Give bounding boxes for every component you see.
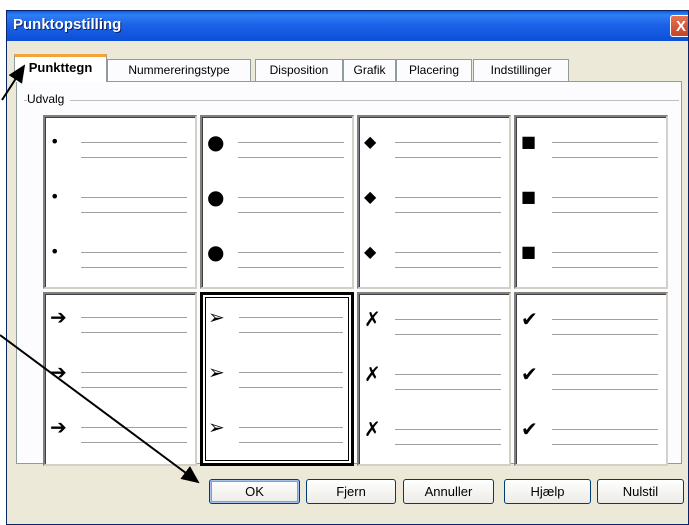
- preview-line: [81, 252, 187, 253]
- preview-line: [81, 197, 187, 198]
- preview-line: [81, 212, 187, 213]
- bullet-option-square[interactable]: ■ ■ ■: [514, 115, 668, 289]
- preview-line: [238, 197, 344, 198]
- preview-line: [81, 142, 187, 143]
- checkmark-icon: ✔: [521, 307, 538, 331]
- preview-line: [239, 372, 343, 373]
- preview-line: [81, 387, 187, 388]
- preview-line: [238, 142, 344, 143]
- bullets-dialog: Punktopstilling X Punkttegn Nummererings…: [6, 10, 689, 525]
- bullet-option-arrow[interactable]: ➔ ➔ ➔: [43, 292, 197, 466]
- preview-line: [552, 334, 658, 335]
- square-icon: ■: [521, 187, 537, 206]
- selection-group-label: Udvalg: [27, 92, 71, 106]
- cancel-button[interactable]: Annuller: [403, 479, 494, 504]
- preview-line: [81, 267, 187, 268]
- preview-line: [552, 267, 658, 268]
- preview-line: [395, 319, 501, 320]
- arrow-icon: ➔: [50, 305, 67, 329]
- cross-icon: ✗: [364, 417, 381, 441]
- preview-line: [395, 429, 501, 430]
- preview-line: [395, 142, 501, 143]
- preview-line: [81, 332, 187, 333]
- preview-line: [395, 267, 501, 268]
- preview-line: [81, 442, 187, 443]
- preview-line: [239, 442, 343, 443]
- preview-line: [395, 157, 501, 158]
- group-separator: [24, 100, 679, 101]
- preview-line: [81, 372, 187, 373]
- close-icon: X: [675, 18, 686, 35]
- title-bar[interactable]: Punktopstilling X: [7, 11, 688, 41]
- preview-line: [552, 142, 658, 143]
- ok-button[interactable]: OK: [209, 479, 300, 504]
- preview-line: [552, 252, 658, 253]
- bullet-option-checkmark[interactable]: ✔ ✔ ✔: [514, 292, 668, 466]
- bullet-option-cross[interactable]: ✗ ✗ ✗: [357, 292, 511, 466]
- tab-numbering-type[interactable]: Nummereringstype: [107, 59, 251, 81]
- reset-button[interactable]: Nulstil: [597, 479, 684, 504]
- tab-outline[interactable]: Disposition: [255, 59, 343, 81]
- small-dot-icon: •: [50, 187, 60, 206]
- bullet-option-small-dot[interactable]: • • •: [43, 115, 197, 289]
- preview-line: [81, 317, 187, 318]
- small-dot-icon: •: [50, 242, 60, 261]
- preview-line: [395, 334, 501, 335]
- dialog-title: Punktopstilling: [13, 16, 122, 33]
- preview-line: [239, 317, 343, 318]
- bullet-option-large-dot[interactable]: ● ● ●: [200, 115, 354, 289]
- preview-line: [552, 319, 658, 320]
- checkmark-icon: ✔: [521, 417, 538, 441]
- diamond-icon: ◆: [364, 132, 377, 151]
- bullet-option-arrowhead-selected[interactable]: ➢ ➢ ➢: [200, 292, 354, 466]
- tab-position[interactable]: Placering: [396, 59, 472, 81]
- preview-line: [81, 427, 187, 428]
- preview-line: [552, 374, 658, 375]
- tab-graphics[interactable]: Grafik: [343, 59, 396, 81]
- checkmark-icon: ✔: [521, 362, 538, 386]
- preview-line: [239, 427, 343, 428]
- small-dot-icon: •: [50, 132, 60, 151]
- preview-line: [552, 212, 658, 213]
- tab-bullets[interactable]: Punkttegn: [14, 54, 107, 82]
- arrow-icon: ➔: [50, 415, 67, 439]
- preview-line: [395, 212, 501, 213]
- arrow-icon: ➔: [50, 360, 67, 384]
- preview-line: [395, 252, 501, 253]
- preview-line: [395, 197, 501, 198]
- preview-line: [552, 444, 658, 445]
- preview-line: [238, 212, 344, 213]
- large-dot-icon: ●: [207, 130, 225, 154]
- preview-line: [239, 332, 343, 333]
- preview-line: [552, 429, 658, 430]
- square-icon: ■: [521, 132, 537, 151]
- remove-button[interactable]: Fjern: [306, 479, 396, 504]
- large-dot-icon: ●: [207, 240, 225, 264]
- preview-line: [238, 157, 344, 158]
- tab-options[interactable]: Indstillinger: [473, 59, 569, 81]
- bullet-option-diamond[interactable]: ◆ ◆ ◆: [357, 115, 511, 289]
- arrowhead-icon: ➢: [208, 415, 225, 439]
- preview-line: [552, 197, 658, 198]
- preview-line: [552, 389, 658, 390]
- preview-line: [81, 157, 187, 158]
- large-dot-icon: ●: [207, 185, 225, 209]
- arrowhead-icon: ➢: [208, 305, 225, 329]
- preview-line: [395, 374, 501, 375]
- preview-line: [239, 387, 343, 388]
- cross-icon: ✗: [364, 362, 381, 386]
- preview-line: [238, 267, 344, 268]
- preview-line: [238, 252, 344, 253]
- help-button[interactable]: Hjælp: [504, 479, 591, 504]
- preview-line: [552, 157, 658, 158]
- preview-line: [395, 389, 501, 390]
- diamond-icon: ◆: [364, 242, 377, 261]
- cross-icon: ✗: [364, 307, 381, 331]
- square-icon: ■: [521, 242, 537, 261]
- arrowhead-icon: ➢: [208, 360, 225, 384]
- preview-line: [395, 444, 501, 445]
- close-button[interactable]: X: [670, 15, 688, 37]
- diamond-icon: ◆: [364, 187, 377, 206]
